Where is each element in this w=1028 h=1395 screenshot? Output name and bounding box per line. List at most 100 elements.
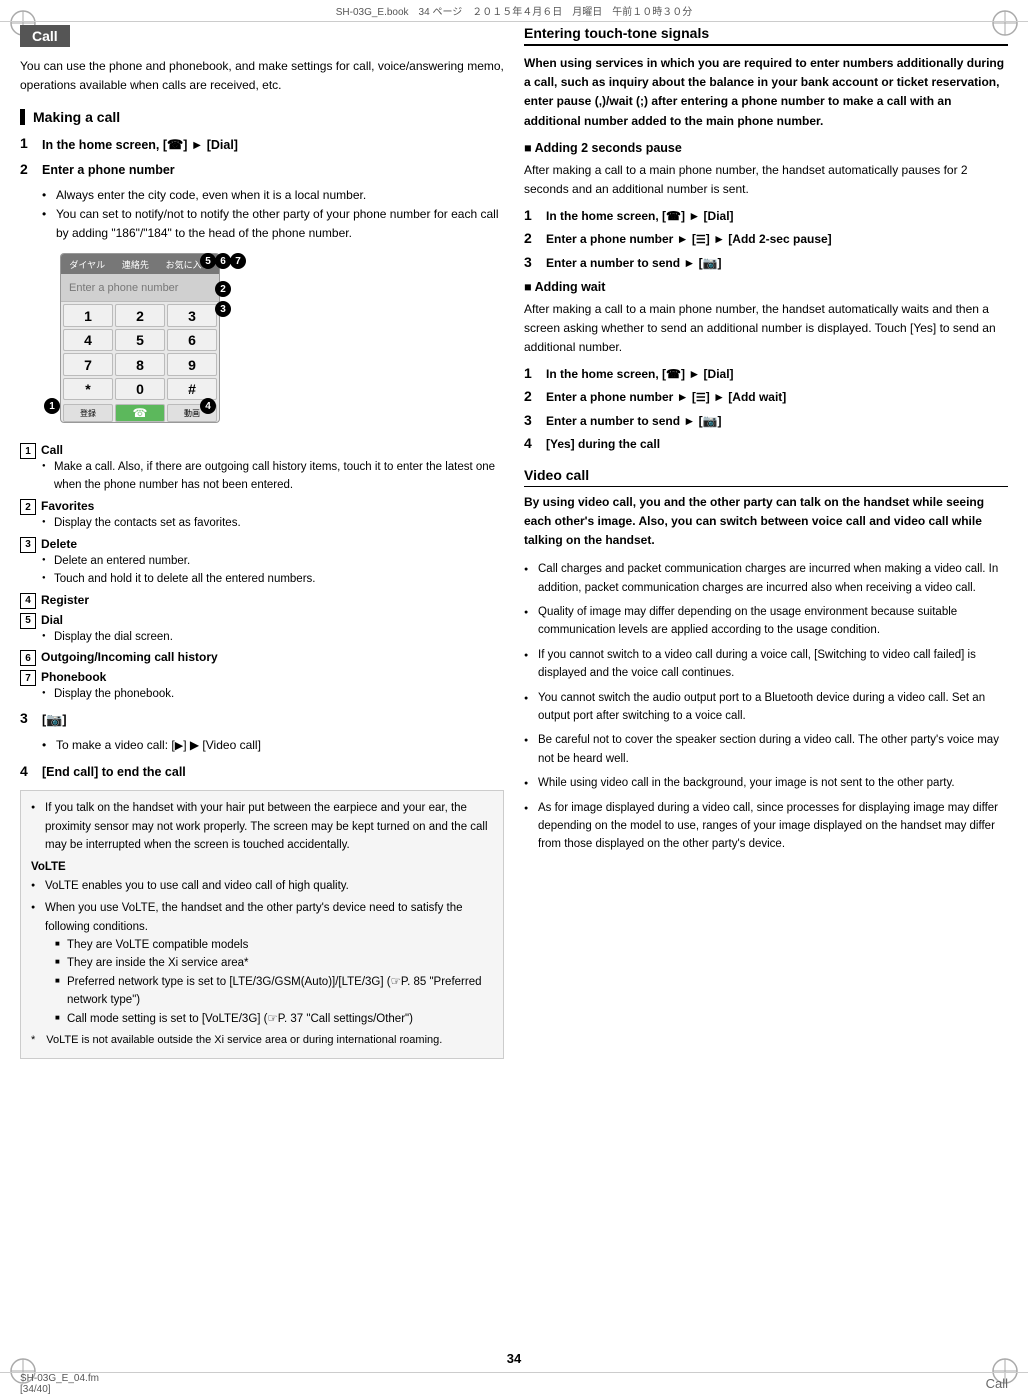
video-bullet-6: While using video call in the background…	[524, 774, 1008, 792]
annotation-6-title: Outgoing/Incoming call history	[41, 650, 218, 664]
content-area: Call You can use the phone and phonebook…	[20, 25, 1008, 1369]
badge-6: 6	[215, 253, 231, 269]
badge-1: 1	[44, 398, 60, 414]
video-bullet-5: Be careful not to cover the speaker sect…	[524, 731, 1008, 768]
volte-sub-3: Preferred network type is set to [LTE/3G…	[45, 973, 493, 1010]
footer-bar: SH-03G_E_04.fm [34/40] Call	[0, 1372, 1028, 1394]
intro-text: You can use the phone and phonebook, and…	[20, 57, 504, 95]
annotation-1: 1 Call Make a call. Also, if there are o…	[20, 443, 504, 495]
adding-wait-step2-num: 2	[524, 388, 542, 404]
tab-dial: ダイヤル	[69, 258, 105, 271]
header-text: SH-03G_E.book 34 ページ ２０１５年４月６日 月曜日 午前１０時…	[336, 3, 693, 18]
call-title-box: Call	[20, 25, 70, 47]
adding-wait-step2-text: Enter a phone number ► [☰] ► [Add wait]	[546, 388, 786, 407]
page-number: 34	[507, 1351, 521, 1366]
annotation-1-bullets: Make a call. Also, if there are outgoing…	[42, 459, 504, 495]
annotation-3-title: Delete	[41, 537, 77, 551]
adding-wait-step1: 1 In the home screen, [☎] ► [Dial]	[524, 365, 1008, 383]
badge-3: 3	[215, 301, 231, 317]
key-6[interactable]: 6	[167, 329, 217, 352]
annotation-1-bullet: Make a call. Also, if there are outgoing…	[42, 459, 504, 495]
step-1: 1 In the home screen, [☎] ► [Dial]	[20, 135, 504, 155]
badge-2: 2	[215, 281, 231, 297]
volte-asterisk: * VoLTE is not available outside the Xi …	[31, 1032, 493, 1050]
call-btn[interactable]: ☎	[115, 404, 165, 422]
footer-page-ref: [34/40]	[20, 1384, 51, 1395]
right-column: Entering touch-tone signals When using s…	[524, 25, 1008, 1369]
annotation-7-num: 7	[20, 670, 36, 686]
annotation-7-bullets: Display the phonebook.	[42, 686, 504, 704]
tab-contacts: 連絡先	[122, 258, 149, 271]
video-call-intro: By using video call, you and the other p…	[524, 493, 1008, 551]
annotation-2-bullets: Display the contacts set as favorites.	[42, 515, 504, 533]
video-call-title: Video call	[524, 467, 1008, 487]
step-3-note: To make a video call: [▶] ▶ [Video call]	[42, 736, 504, 756]
adding-wait-title: Adding wait	[524, 280, 1008, 294]
header-bar: SH-03G_E.book 34 ページ ２０１５年４月６日 月曜日 午前１０時…	[0, 0, 1028, 22]
notice-box: If you talk on the handset with your hai…	[20, 790, 504, 1058]
step-4: 4 [End call] to end the call	[20, 763, 504, 782]
video-bullet-2: Quality of image may differ depending on…	[524, 603, 1008, 640]
step-2-bullets: Always enter the city code, even when it…	[42, 186, 504, 244]
notice-main-bullet: If you talk on the handset with your hai…	[31, 799, 493, 854]
phone-keypad-grid: 1 2 3 4 5 6 7 8 9 * 0 #	[61, 302, 219, 402]
annotation-3-bullet-2: Touch and hold it to delete all the ente…	[42, 571, 504, 589]
key-1[interactable]: 1	[63, 304, 113, 327]
adding2sec-step2-num: 2	[524, 230, 542, 246]
key-star[interactable]: *	[63, 378, 113, 401]
adding2sec-step2: 2 Enter a phone number ► [☰] ► [Add 2-se…	[524, 230, 1008, 249]
step-2-number: 2	[20, 161, 38, 177]
left-column: Call You can use the phone and phonebook…	[20, 25, 504, 1369]
key-hash[interactable]: #	[167, 378, 217, 401]
annotation-6: 6 Outgoing/Incoming call history	[20, 650, 504, 666]
adding2sec-desc: After making a call to a main phone numb…	[524, 161, 1008, 199]
key-9[interactable]: 9	[167, 353, 217, 376]
adding-wait-step4: 4 [Yes] during the call	[524, 435, 1008, 453]
footer-filename: SH-03G_E_04.fm	[20, 1373, 99, 1384]
adding2sec-step1-num: 1	[524, 207, 542, 223]
key-0[interactable]: 0	[115, 378, 165, 401]
annotation-7: 7 Phonebook Display the phonebook.	[20, 670, 504, 704]
key-3[interactable]: 3	[167, 304, 217, 327]
annotation-7-title: Phonebook	[41, 670, 106, 684]
adding2sec-step1: 1 In the home screen, [☎] ► [Dial]	[524, 207, 1008, 225]
key-4[interactable]: 4	[63, 329, 113, 352]
annotation-4: 4 Register	[20, 593, 504, 609]
annotation-5-bullet: Display the dial screen.	[42, 629, 504, 647]
footer-left: SH-03G_E_04.fm [34/40]	[20, 1373, 99, 1395]
step-1-text: In the home screen, [☎] ► [Dial]	[42, 135, 238, 155]
annotation-1-title: Call	[41, 443, 63, 457]
key-2[interactable]: 2	[115, 304, 165, 327]
annotation-5-bullets: Display the dial screen.	[42, 629, 504, 647]
step-4-text: [End call] to end the call	[42, 763, 186, 782]
annotation-1-num: 1	[20, 443, 36, 459]
entering-title: Entering touch-tone signals	[524, 25, 1008, 46]
video-bullet-3: If you cannot switch to a video call dur…	[524, 646, 1008, 683]
video-call-section: Video call By using video call, you and …	[524, 467, 1008, 854]
register-btn[interactable]: 登録	[63, 404, 113, 422]
key-5[interactable]: 5	[115, 329, 165, 352]
adding2sec-step2-text: Enter a phone number ► [☰] ► [Add 2-sec …	[546, 230, 832, 249]
key-7[interactable]: 7	[63, 353, 113, 376]
adding2sec-step1-text: In the home screen, [☎] ► [Dial]	[546, 207, 734, 225]
annotation-2-bullet: Display the contacts set as favorites.	[42, 515, 504, 533]
annotation-3: 3 Delete Delete an entered number. Touch…	[20, 537, 504, 589]
annotation-5-title: Dial	[41, 613, 63, 627]
annotation-4-num: 4	[20, 593, 36, 609]
adding-wait-step4-text: [Yes] during the call	[546, 435, 660, 453]
step-3: 3 [📷]	[20, 710, 504, 730]
making-call-heading: Making a call	[20, 109, 504, 125]
adding2sec-step3-num: 3	[524, 254, 542, 270]
volte-bullet-1: VoLTE enables you to use call and video …	[31, 877, 493, 895]
annotation-3-bullets: Delete an entered number. Touch and hold…	[42, 553, 504, 589]
adding-wait-step1-text: In the home screen, [☎] ► [Dial]	[546, 365, 734, 383]
step-3-note-item: To make a video call: [▶] ▶ [Video call]	[42, 736, 504, 756]
entering-intro: When using services in which you are req…	[524, 54, 1008, 131]
step-2-bullet-1: Always enter the city code, even when it…	[42, 186, 504, 205]
key-8[interactable]: 8	[115, 353, 165, 376]
badge-7: 7	[230, 253, 246, 269]
phone-number-display: Enter a phone number	[61, 274, 219, 302]
right-call-label: Call	[986, 1376, 1008, 1391]
annotation-6-num: 6	[20, 650, 36, 666]
volte-sub-4: Call mode setting is set to [VoLTE/3G] (…	[45, 1010, 493, 1028]
